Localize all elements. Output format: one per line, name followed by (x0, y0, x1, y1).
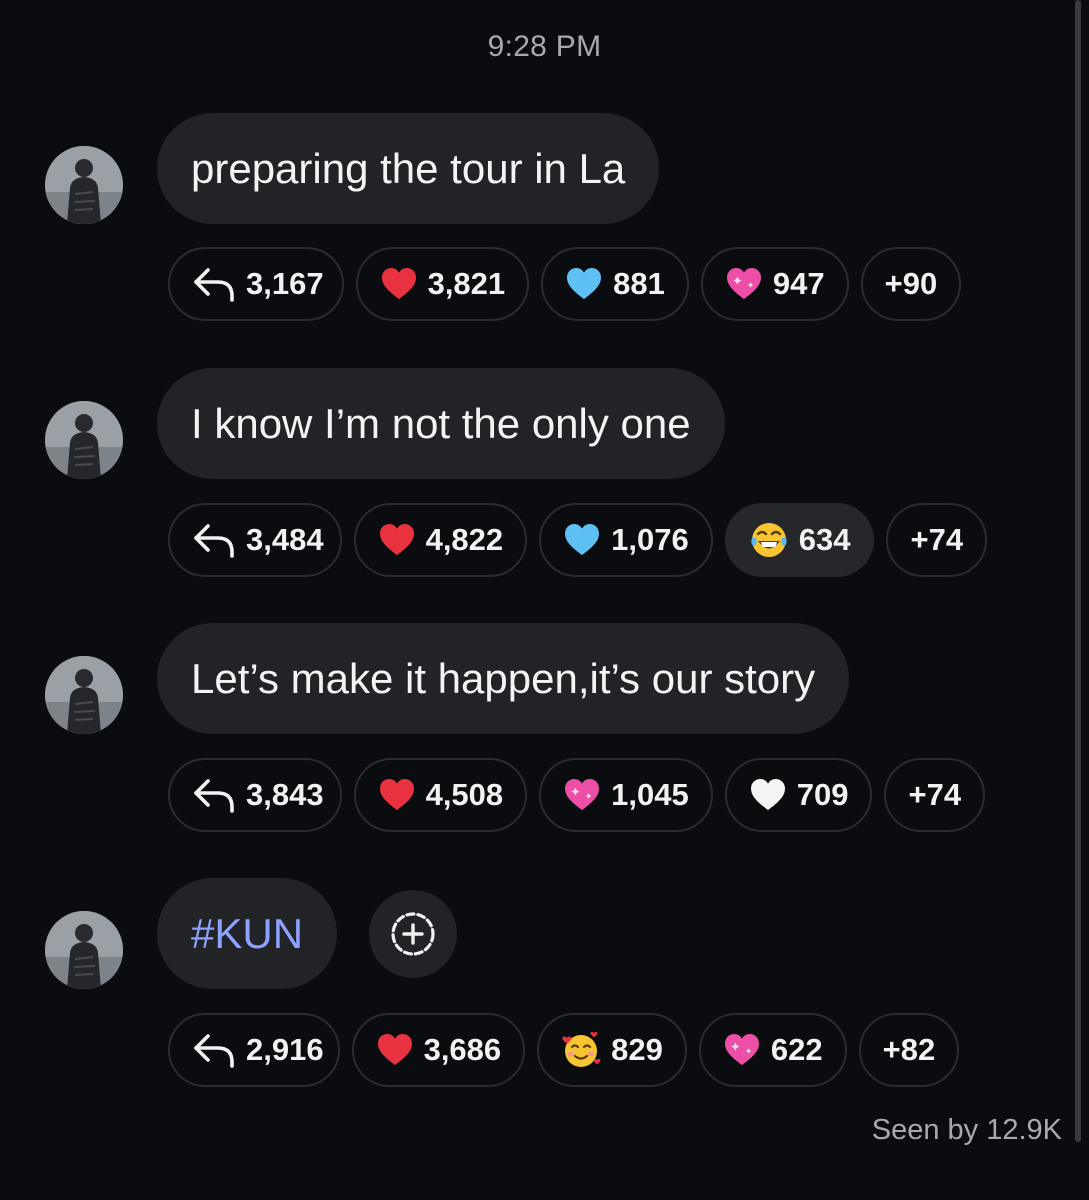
reply-icon (192, 1032, 236, 1068)
reaction-red-heart[interactable]: 4,822 (353, 503, 528, 577)
reaction-count: 3,821 (427, 266, 506, 301)
more-reactions-count: +90 (884, 266, 938, 301)
reaction-white-heart[interactable]: 709 (724, 758, 873, 832)
smiling-face-with-hearts-icon (561, 1030, 601, 1070)
chat-screen: 9:28 PM preparing the tour in La 3,167 3… (0, 0, 1089, 1200)
reaction-bar: 3,484 4,822 1,076 634 +74 (168, 503, 988, 577)
reaction-red-heart[interactable]: 4,508 (353, 758, 528, 832)
reply-count: 3,484 (246, 522, 324, 557)
timestamp: 9:28 PM (487, 30, 602, 63)
reaction-count: 634 (798, 522, 851, 557)
add-reaction-icon (391, 912, 435, 956)
scrollbar[interactable] (1075, 0, 1081, 1142)
reply-count-button[interactable]: 3,843 (168, 758, 342, 832)
reaction-smiling-face-with-hearts[interactable]: 829 (537, 1013, 687, 1087)
more-reactions-count: +74 (908, 777, 962, 812)
reply-count-button[interactable]: 3,484 (168, 503, 342, 577)
reaction-count: 4,508 (425, 777, 504, 812)
avatar[interactable] (45, 146, 123, 224)
white-heart-icon (749, 778, 787, 812)
reply-count: 3,843 (246, 777, 324, 812)
reply-count: 2,916 (246, 1032, 324, 1067)
message-bubble[interactable]: preparing the tour in La (157, 113, 660, 224)
sparkling-pink-heart-icon (563, 778, 601, 812)
reaction-tears-of-joy[interactable]: 634 (724, 503, 875, 577)
reply-icon (192, 266, 236, 302)
reply-icon (192, 522, 236, 558)
blue-heart-icon (565, 267, 603, 301)
hashtag-message-bubble[interactable]: #KUN (157, 878, 338, 989)
seen-by-indicator[interactable]: Seen by 12.9K (872, 1114, 1062, 1147)
reply-count: 3,167 (246, 266, 324, 301)
avatar[interactable] (45, 401, 123, 479)
more-reactions-count: +74 (910, 522, 964, 557)
more-reactions-button[interactable]: +82 (858, 1013, 960, 1087)
add-reaction-button[interactable] (369, 890, 457, 978)
red-heart-icon (378, 778, 416, 812)
red-heart-icon (378, 523, 416, 557)
reaction-count: 881 (613, 266, 665, 301)
reaction-bar: 3,167 3,821 881 947 +90 (168, 247, 962, 321)
reaction-blue-heart[interactable]: 1,076 (539, 503, 713, 577)
reaction-count: 1,076 (611, 522, 689, 557)
avatar[interactable] (45, 656, 123, 734)
reply-icon (192, 777, 236, 813)
reaction-bar: 3,843 4,508 1,045 709 +74 (168, 758, 986, 832)
avatar[interactable] (45, 911, 123, 989)
reply-count-button[interactable]: 2,916 (168, 1013, 340, 1087)
reaction-sparkling-heart[interactable]: 947 (700, 247, 849, 321)
reaction-red-heart[interactable]: 3,686 (351, 1013, 526, 1087)
more-reactions-button[interactable]: +74 (884, 758, 986, 832)
reaction-sparkling-heart[interactable]: 1,045 (539, 758, 713, 832)
reaction-count: 947 (772, 266, 825, 301)
message-bubble[interactable]: Let’s make it happen,it’s our story (157, 623, 850, 734)
red-heart-icon (376, 1033, 414, 1067)
reaction-count: 829 (611, 1032, 663, 1067)
red-heart-icon (380, 267, 418, 301)
tears-of-joy-icon (749, 520, 789, 560)
more-reactions-count: +82 (882, 1032, 936, 1067)
reply-count-button[interactable]: 3,167 (168, 247, 344, 321)
reaction-count: 1,045 (611, 777, 689, 812)
reaction-count: 4,822 (425, 522, 504, 557)
more-reactions-button[interactable]: +74 (886, 503, 988, 577)
blue-heart-icon (563, 523, 601, 557)
reaction-bar: 2,916 3,686 829 622 +82 (168, 1013, 960, 1087)
message-bubble[interactable]: I know I’m not the only one (157, 368, 725, 479)
sparkling-pink-heart-icon (723, 1033, 761, 1067)
reaction-count: 3,686 (423, 1032, 502, 1067)
sparkling-pink-heart-icon (725, 267, 763, 301)
reaction-blue-heart[interactable]: 881 (541, 247, 689, 321)
reaction-sparkling-heart[interactable]: 622 (698, 1013, 847, 1087)
reaction-red-heart[interactable]: 3,821 (355, 247, 530, 321)
more-reactions-button[interactable]: +90 (860, 247, 962, 321)
reaction-count: 709 (796, 777, 849, 812)
reaction-count: 622 (770, 1032, 823, 1067)
